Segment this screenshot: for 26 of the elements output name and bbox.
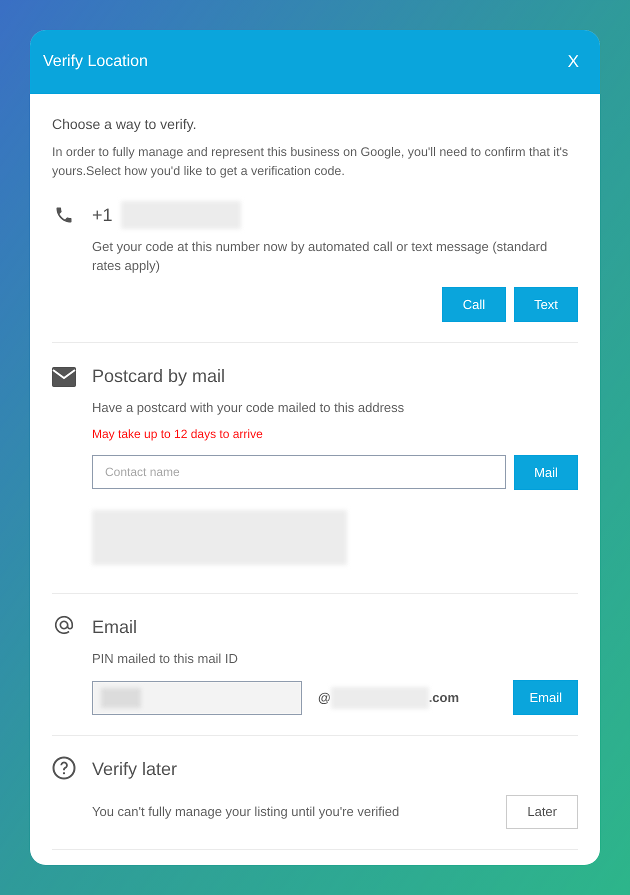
section-description: You can't fully manage your listing until you're verified — [92, 803, 400, 822]
phone-number: +1 — [92, 204, 113, 226]
section-description: PIN mailed to this mail ID — [92, 650, 239, 668]
section-title: Postcard by mail — [92, 365, 226, 388]
intro-text: In order to fully manage and represent this business on Google, you'll need to confirm that it's yours.Select how you'd like to get a verification code. — [52, 144, 570, 180]
phone-icon — [54, 205, 74, 225]
section-title: Email — [92, 616, 138, 639]
at-sign-icon — [53, 614, 75, 636]
later-button[interactable]: Later — [506, 795, 578, 829]
action-button[interactable]: Mail — [514, 455, 578, 490]
intro-heading: Choose a way to verify. — [52, 115, 198, 134]
action-button[interactable]: Email — [513, 680, 578, 715]
section-description: Get your code at this number now by automated call or text message (standard rates apply) — [92, 238, 548, 275]
question-icon — [52, 756, 76, 780]
warning-text: May take up to 12 days to arrive — [92, 426, 264, 443]
envelope-icon — [52, 367, 76, 387]
close-button[interactable]: X — [560, 49, 587, 75]
domain-suffix: .com — [428, 688, 460, 707]
contact-name-field[interactable]: Contact name — [92, 455, 506, 489]
section-description: Have a postcard with your code mailed to this address — [92, 399, 406, 417]
action-button[interactable]: Call — [442, 287, 506, 322]
at-symbol: @ — [318, 688, 331, 707]
email-field[interactable] — [92, 680, 302, 714]
action-button[interactable]: Text — [514, 287, 578, 322]
section-title: Verify later — [92, 758, 178, 781]
dialog-title: Verify Location — [43, 52, 148, 72]
